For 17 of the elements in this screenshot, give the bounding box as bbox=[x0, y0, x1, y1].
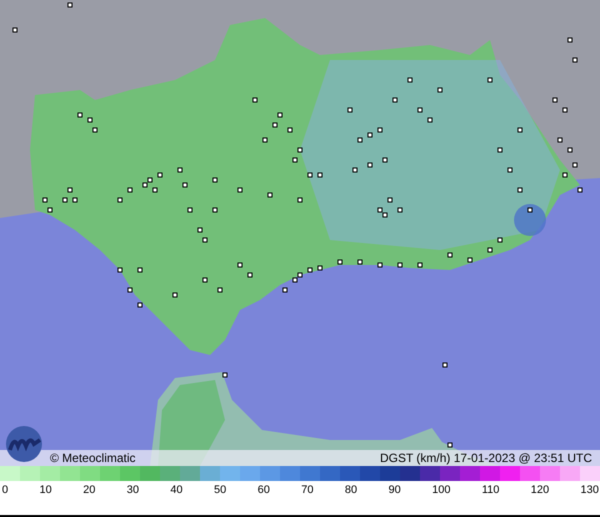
scale-tick-label: 30 bbox=[126, 484, 139, 496]
map-title: DGST (km/h) 17-01-2023 @ 23:51 UTC bbox=[380, 451, 592, 465]
scale-tick-label: 10 bbox=[40, 484, 52, 496]
scale-tick-label: 50 bbox=[214, 484, 226, 496]
logo-icon bbox=[4, 424, 44, 464]
scale-tick-label: 100 bbox=[432, 484, 450, 496]
scale-tick-label: 70 bbox=[301, 484, 314, 496]
scale-tick-label: 90 bbox=[388, 484, 401, 496]
credit-text: © Meteoclimatic bbox=[50, 451, 136, 465]
scale-tick-label: 80 bbox=[344, 484, 358, 496]
scale-tick-label: 110 bbox=[482, 484, 500, 496]
scale-tick-label: 0 bbox=[2, 484, 8, 496]
scale-tick-label: 40 bbox=[170, 484, 183, 496]
scale-tick-label: 20 bbox=[83, 484, 96, 496]
scale-tick-label: 120 bbox=[530, 484, 550, 496]
scale-tick-label: 60 bbox=[258, 484, 270, 496]
scale-tick-label: 130 bbox=[580, 484, 599, 496]
